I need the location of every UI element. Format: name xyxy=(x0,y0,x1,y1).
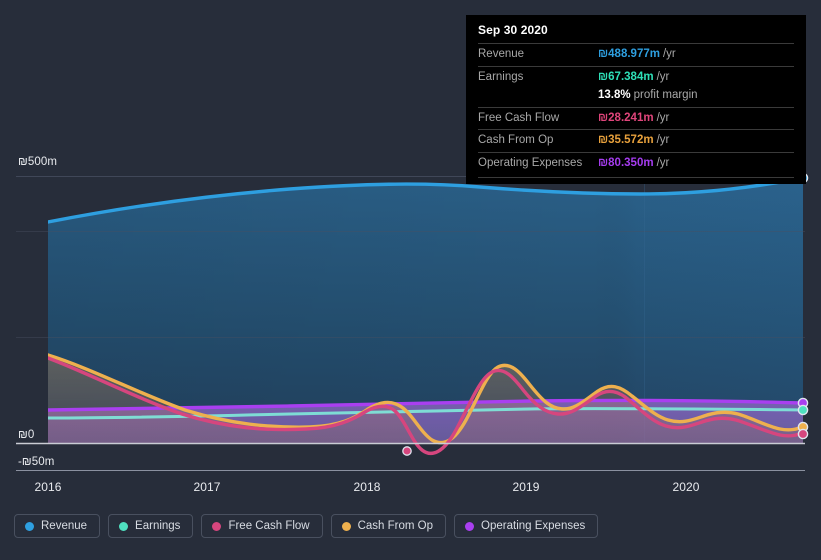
legend-dot-revenue-icon xyxy=(25,521,34,531)
tooltip-bottom-rule xyxy=(478,177,794,179)
legend-item-cash-from-op[interactable]: Cash From Op xyxy=(330,514,447,538)
financial-chart: ₪500m ₪0 -₪50m 2016 2017 2018 2019 2020 … xyxy=(0,0,821,560)
x-tick-label-2016: 2016 xyxy=(34,480,62,494)
tooltip-row-profit-margin: 13.8% profit margin xyxy=(478,88,794,107)
tooltip-unit-earnings: /yr xyxy=(656,70,670,83)
legend-label-revenue: Revenue xyxy=(41,520,88,532)
legend-label-operating-expenses: Operating Expenses xyxy=(481,520,586,532)
tooltip-label-free-cash-flow: Free Cash Flow xyxy=(478,111,560,124)
legend-label-free-cash-flow: Free Cash Flow xyxy=(228,520,310,532)
low-marker-free-cash-flow xyxy=(402,446,412,456)
tooltip-value-profit-margin: 13.8% xyxy=(598,89,631,102)
tooltip-unit-cash-from-op: /yr xyxy=(656,134,670,147)
legend-item-revenue[interactable]: Revenue xyxy=(14,514,101,538)
y-tick-label-minus-50m: -₪50m xyxy=(18,455,58,469)
y-tick-label-500m: ₪500m xyxy=(18,155,61,169)
tooltip-value-free-cash-flow: ₪28.241m xyxy=(598,111,654,124)
tooltip-unit-revenue: /yr xyxy=(662,48,676,60)
end-marker-earnings xyxy=(797,404,809,416)
x-tick-label-2020: 2020 xyxy=(672,480,700,494)
tooltip-row-cash-from-op: Cash From Op ₪35.572m /yr xyxy=(478,129,794,152)
tooltip-label-earnings: Earnings xyxy=(478,70,524,83)
tooltip-value-operating-expenses: ₪80.350m xyxy=(598,156,654,169)
tooltip-label-cash-from-op: Cash From Op xyxy=(478,134,554,147)
tooltip-unit-profit-margin: profit margin xyxy=(633,89,698,102)
legend-dot-operating-expenses-icon xyxy=(465,521,475,531)
legend-item-free-cash-flow[interactable]: Free Cash Flow xyxy=(201,514,323,538)
tooltip-row-revenue: Revenue ₪488.977m /yr xyxy=(478,43,794,66)
tooltip-value-revenue: ₪488.977m xyxy=(598,48,660,60)
legend-dot-cash-from-op-icon xyxy=(341,521,351,531)
tooltip-label-revenue: Revenue xyxy=(478,48,525,60)
tooltip-row-earnings: Earnings ₪67.384m /yr xyxy=(478,65,794,89)
tooltip-value-earnings: ₪67.384m xyxy=(598,70,654,83)
x-tick-label-2019: 2019 xyxy=(512,480,540,494)
tooltip-unit-free-cash-flow: /yr xyxy=(656,111,670,124)
tooltip-row-operating-expenses: Operating Expenses ₪80.350m /yr xyxy=(478,151,794,175)
tooltip-label-operating-expenses: Operating Expenses xyxy=(478,156,583,169)
legend-label-cash-from-op: Cash From Op xyxy=(357,520,434,532)
x-tick-label-2018: 2018 xyxy=(353,480,381,494)
end-marker-free-cash-flow xyxy=(797,428,809,440)
x-tick-label-2017: 2017 xyxy=(193,480,221,494)
y-tick-label-0: ₪0 xyxy=(18,428,38,442)
legend-item-operating-expenses[interactable]: Operating Expenses xyxy=(454,514,599,538)
chart-legend: Revenue Earnings Free Cash Flow Cash Fro… xyxy=(14,514,599,538)
legend-dot-free-cash-flow-icon xyxy=(212,521,222,531)
legend-dot-earnings-icon xyxy=(119,521,129,531)
tooltip-value-cash-from-op: ₪35.572m xyxy=(598,134,654,147)
legend-label-earnings: Earnings xyxy=(135,520,181,532)
chart-tooltip: Sep 30 2020 Revenue ₪488.977m /yr Earnin… xyxy=(466,15,806,185)
tooltip-date: Sep 30 2020 xyxy=(478,23,548,37)
tooltip-unit-operating-expenses: /yr xyxy=(656,156,670,169)
legend-item-earnings[interactable]: Earnings xyxy=(108,514,194,538)
tooltip-row-free-cash-flow: Free Cash Flow ₪28.241m /yr xyxy=(478,106,794,130)
